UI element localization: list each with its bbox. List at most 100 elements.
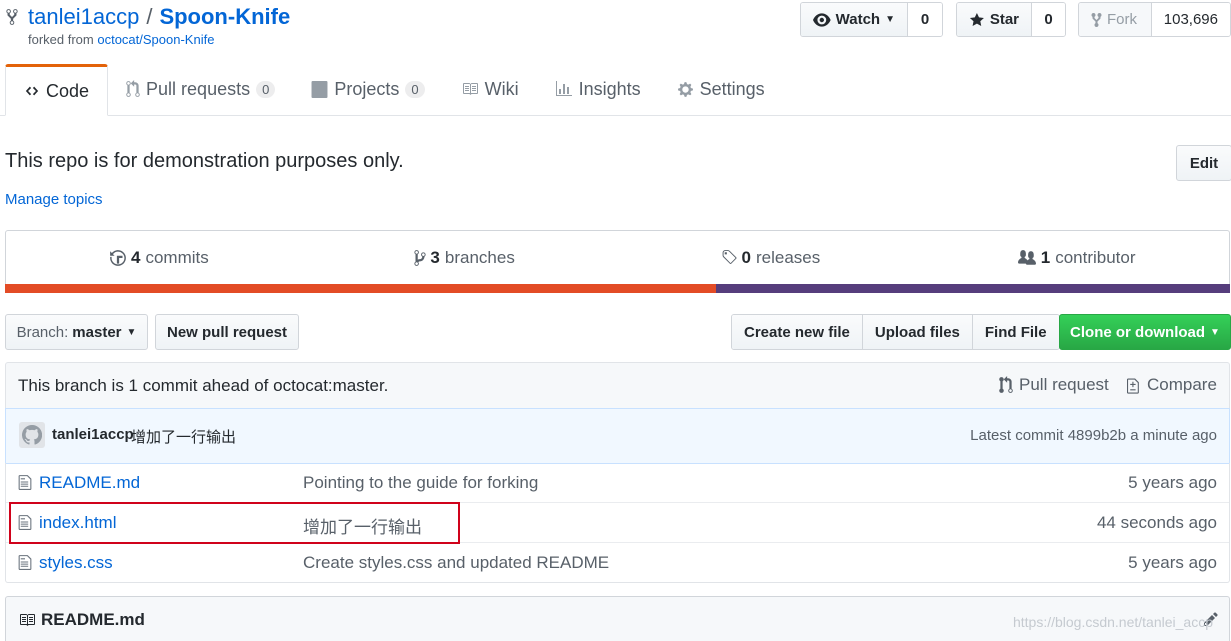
watch-button[interactable]: Watch ▼	[801, 3, 908, 36]
forked-from-prefix: forked from	[28, 32, 98, 47]
watch-label: Watch	[835, 11, 881, 28]
releases-label: releases	[755, 247, 821, 267]
projects-counter: 0	[405, 80, 425, 98]
branch-infobar: This branch is 1 commit ahead of octocat…	[5, 362, 1230, 409]
avatar[interactable]	[19, 422, 45, 448]
tag-icon	[722, 250, 736, 264]
file-age: 5 years ago	[1128, 473, 1217, 492]
history-icon	[110, 249, 126, 266]
book-icon	[20, 614, 35, 626]
gear-icon	[677, 81, 693, 97]
star-group: Star 0	[956, 2, 1066, 37]
compare-link[interactable]: Compare	[1127, 375, 1217, 395]
branches-link[interactable]: 3 branches	[312, 231, 618, 284]
releases-count: 0	[741, 247, 751, 267]
tab-wiki[interactable]: Wiki	[443, 64, 537, 114]
clone-label: Clone or download	[1070, 323, 1206, 341]
file-actions-group: Create new file Upload files Find File	[731, 314, 1060, 350]
people-icon	[1017, 249, 1036, 265]
table-row: styles.css Create styles.css and updated…	[6, 542, 1229, 582]
edit-button[interactable]: Edit	[1176, 145, 1231, 181]
branch-value: master	[72, 323, 122, 341]
branch-select-button[interactable]: Branch: master ▼	[5, 314, 148, 350]
fork-button[interactable]: Fork	[1079, 3, 1152, 36]
commit-author-link[interactable]: tanlei1accp	[52, 426, 134, 443]
watermark: https://blog.csdn.net/tanlei_accp	[1012, 614, 1213, 630]
git-branch-icon	[414, 249, 427, 266]
readme-title-text: README.md	[41, 610, 145, 629]
caret-down-icon: ▼	[885, 14, 895, 25]
manage-topics-link[interactable]: Manage topics	[5, 191, 103, 208]
tab-projects[interactable]: Projects 0	[293, 64, 442, 114]
code-icon	[25, 86, 39, 96]
file-age: 44 seconds ago	[1096, 513, 1217, 532]
pull-requests-counter: 0	[256, 80, 276, 98]
repo-tabs: Code Pull requests 0 Projects 0 Wiki Ins…	[5, 64, 783, 116]
tab-settings[interactable]: Settings	[659, 64, 783, 114]
file-diff-icon	[1127, 378, 1139, 394]
tab-pull-requests[interactable]: Pull requests 0	[108, 64, 293, 114]
commit-tease: tanlei1accp 增加了一行输出 Latest commit 4899b2…	[5, 408, 1230, 464]
repo-forked-icon	[6, 9, 18, 25]
ahead-message: This branch is 1 commit ahead of octocat…	[18, 376, 389, 395]
file-name-link[interactable]: README.md	[39, 473, 140, 493]
commits-count: 4	[131, 247, 141, 267]
create-new-file-button[interactable]: Create new file	[732, 315, 863, 349]
file-commit-message[interactable]: Pointing to the guide for forking	[303, 473, 538, 493]
octocat-icon	[22, 425, 42, 445]
contributors-link[interactable]: 1 contributor	[923, 231, 1229, 284]
upload-files-button[interactable]: Upload files	[862, 315, 973, 349]
book-icon	[462, 83, 478, 95]
latest-commit[interactable]: Latest commit 4899b2b a minute ago	[970, 427, 1217, 444]
contributors-count: 1	[1040, 247, 1051, 267]
commits-link[interactable]: 4 commits	[6, 231, 312, 284]
fork-count[interactable]: 103,696	[1151, 3, 1230, 36]
pull-request-icon	[126, 80, 140, 97]
tab-label: Pull requests	[146, 78, 251, 99]
compare-label: Compare	[1147, 375, 1217, 394]
repo-title: tanlei1accp / Spoon-Knife	[5, 4, 290, 30]
file-age: 5 years ago	[1128, 553, 1217, 572]
find-file-button[interactable]: Find File	[972, 315, 1059, 349]
repo-description: This repo is for demonstration purposes …	[5, 150, 404, 172]
releases-link[interactable]: 0 releases	[618, 231, 924, 284]
fork-group: Fork 103,696	[1078, 2, 1231, 37]
watch-group: Watch ▼ 0	[800, 2, 943, 37]
tab-insights[interactable]: Insights	[537, 64, 659, 114]
commit-message[interactable]: 增加了一行输出	[131, 426, 236, 447]
tab-label: Code	[46, 80, 90, 101]
fork-label: Fork	[1107, 11, 1137, 28]
watch-count[interactable]: 0	[908, 3, 942, 36]
commits-label: commits	[145, 247, 209, 267]
repo-header: tanlei1accp / Spoon-Knife forked from oc…	[0, 0, 1231, 116]
path-divider: /	[146, 4, 153, 29]
forked-from: forked from octocat/Spoon-Knife	[28, 32, 214, 47]
new-pull-request-button[interactable]: New pull request	[155, 314, 299, 350]
file-commit-message[interactable]: Create styles.css and updated README	[303, 553, 609, 573]
pull-request-icon	[999, 376, 1013, 393]
highlight-box	[9, 502, 460, 544]
tab-label: Wiki	[484, 78, 519, 99]
file-icon	[18, 555, 32, 570]
forked-from-link[interactable]: octocat/Spoon-Knife	[97, 32, 214, 47]
caret-down-icon: ▼	[126, 326, 137, 338]
repo-forked-icon	[1091, 12, 1102, 27]
project-icon	[311, 80, 328, 98]
repo-name-link[interactable]: Spoon-Knife	[159, 4, 290, 30]
star-icon	[969, 12, 984, 26]
star-label: Star	[989, 11, 1019, 28]
repo-owner-link[interactable]: tanlei1accp	[28, 4, 139, 30]
clone-or-download-button[interactable]: Clone or download ▼	[1059, 314, 1231, 350]
numbers-summary: 4 commits 3 branches 0 releases 1 contri…	[5, 230, 1230, 293]
eye-icon	[813, 12, 831, 27]
tab-label: Insights	[578, 78, 641, 99]
language-bar[interactable]	[5, 284, 1230, 293]
star-button[interactable]: Star	[957, 3, 1032, 36]
branches-label: branches	[444, 247, 515, 267]
star-count[interactable]: 0	[1032, 3, 1065, 36]
file-name-link[interactable]: styles.css	[39, 553, 113, 573]
tab-code[interactable]: Code	[5, 64, 109, 116]
language-segment	[5, 284, 716, 293]
pull-request-link[interactable]: Pull request	[999, 375, 1109, 395]
caret-down-icon: ▼	[1210, 326, 1220, 338]
